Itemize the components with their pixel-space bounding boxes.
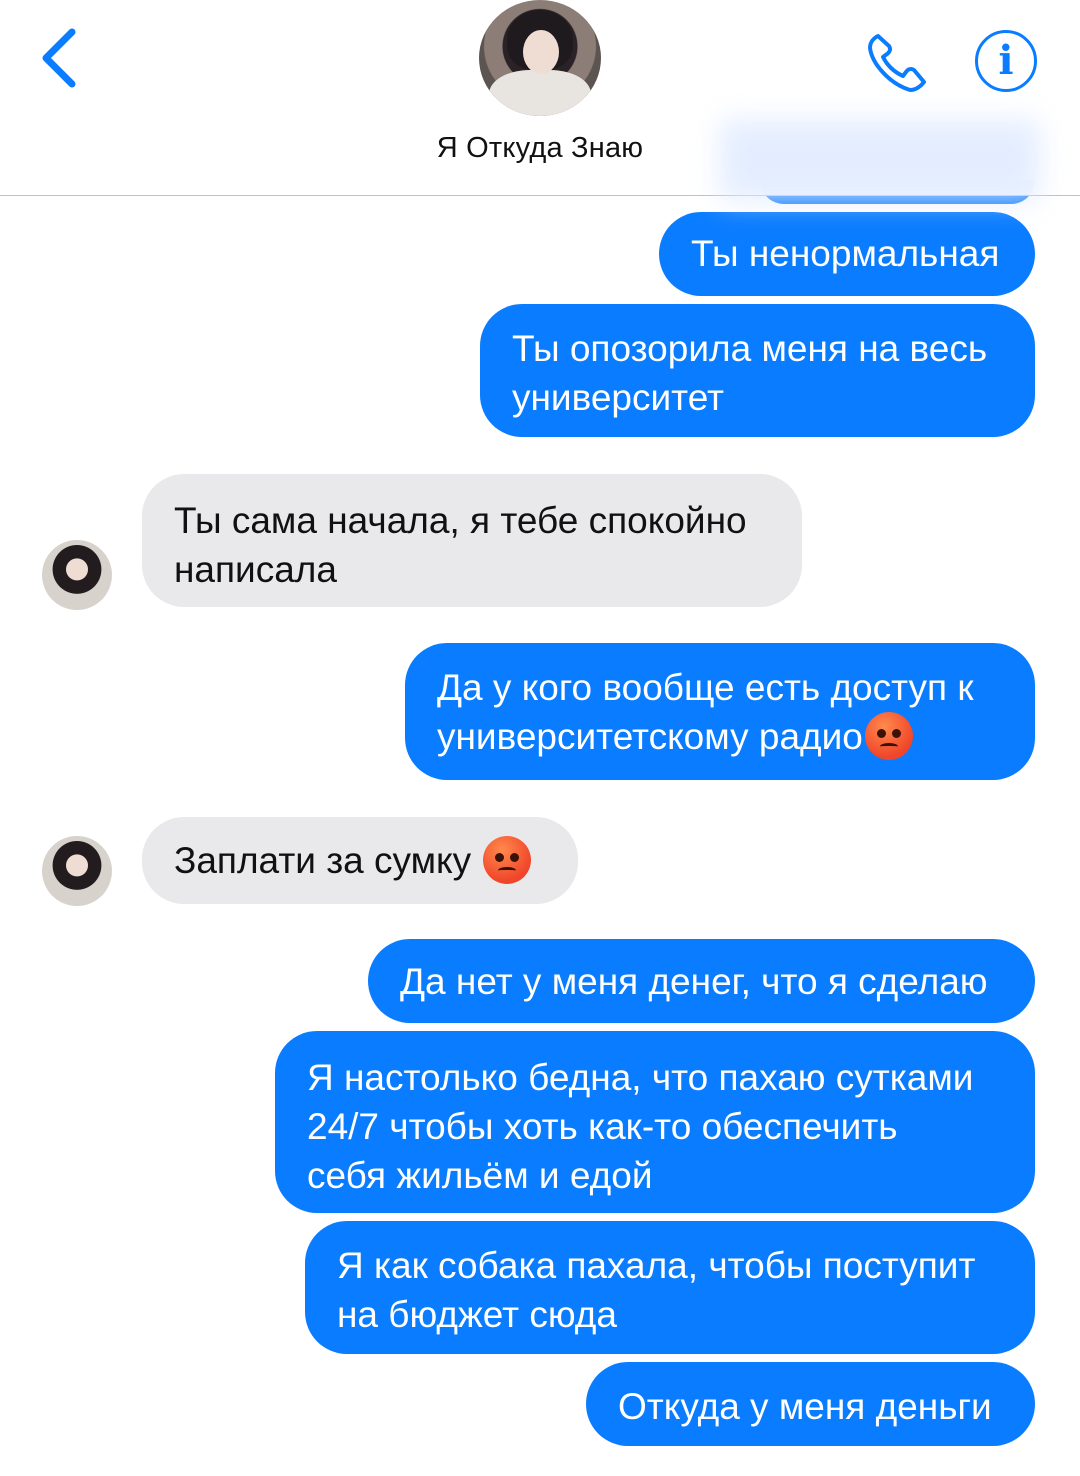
message-bubble-received[interactable]: Заплати за сумку: [142, 817, 578, 904]
message-bubble-sent[interactable]: Да у кого вообще есть доступ к университ…: [405, 643, 1035, 780]
chat-screen: Я Откуда Знаю i Ты ненормальная Ты опозо…: [0, 0, 1080, 1476]
info-icon: i: [998, 37, 1014, 84]
phone-icon: [868, 34, 926, 92]
message-bubble-received[interactable]: Ты сама начала, я тебе спокойно написала: [142, 474, 802, 607]
message-text-line: на бюджет сюда: [337, 1294, 617, 1335]
message-text-line: Ты опозорила меня на весь: [512, 328, 988, 369]
message-bubble-sent[interactable]: Ты опозорила меня на весь университет: [480, 304, 1035, 437]
sender-avatar[interactable]: [42, 836, 112, 906]
info-button[interactable]: i: [975, 30, 1037, 92]
message-bubble-sent[interactable]: Откуда у меня деньги: [586, 1362, 1035, 1446]
contact-avatar[interactable]: [479, 0, 601, 116]
back-button[interactable]: [36, 26, 96, 90]
blurred-region: [720, 120, 1040, 200]
call-button[interactable]: [864, 30, 930, 96]
message-text-line: себя жильём и едой: [307, 1155, 653, 1196]
message-text-line: Я настолько бедна, что пахаю сутками: [307, 1057, 974, 1098]
message-text-line: Ты сама начала, я тебе спокойно: [174, 500, 747, 541]
message-text: Ты ненормальная: [691, 233, 1000, 274]
message-text: Откуда у меня деньги: [618, 1386, 992, 1427]
chevron-left-icon: [42, 28, 76, 88]
pouting-face-emoji: [483, 836, 532, 885]
message-text-line: написала: [174, 549, 337, 590]
message-text-line: Я как собака пахала, чтобы поступит: [337, 1245, 976, 1286]
message-text: Да нет у меня денег, что я сделаю: [400, 961, 988, 1002]
conversation-header: Я Откуда Знаю i: [0, 0, 1080, 200]
contact-name[interactable]: Я Откуда Знаю: [340, 132, 740, 165]
message-text-line: 24/7 чтобы хоть как-то обеспечить: [307, 1106, 898, 1147]
message-text-line: Да у кого вообще есть доступ к: [437, 667, 974, 708]
message-text: Заплати за сумку: [174, 840, 482, 881]
message-text-line: университет: [512, 377, 724, 418]
message-text-line: университетскому радио: [437, 712, 1003, 763]
message-bubble-sent[interactable]: Ты ненормальная: [659, 212, 1035, 296]
message-bubble-sent[interactable]: Я настолько бедна, что пахаю сутками 24/…: [275, 1031, 1035, 1213]
sender-avatar[interactable]: [42, 540, 112, 610]
pouting-face-emoji: [864, 712, 913, 761]
message-bubble-sent[interactable]: Да нет у меня денег, что я сделаю: [368, 939, 1035, 1023]
message-bubble-sent[interactable]: Я как собака пахала, чтобы поступит на б…: [305, 1221, 1035, 1354]
